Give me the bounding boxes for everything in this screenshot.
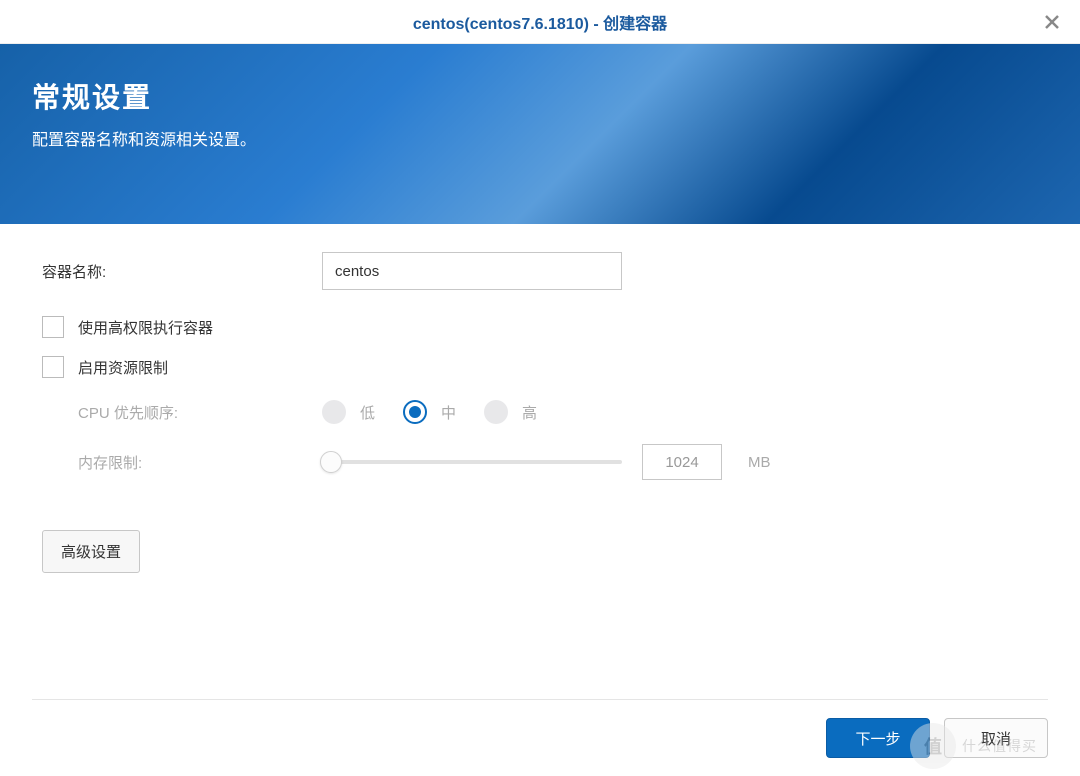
- cpu-priority-row: CPU 优先顺序: 低 中 高: [42, 400, 1038, 424]
- footer-divider: [32, 699, 1048, 700]
- close-button[interactable]: [1040, 10, 1064, 34]
- page-title: 常规设置: [32, 76, 1048, 116]
- memory-slider[interactable]: [322, 450, 622, 474]
- memory-unit: MB: [748, 454, 771, 471]
- cpu-radio-mid[interactable]: [403, 400, 427, 424]
- cpu-priority-label: CPU 优先顺序:: [42, 402, 322, 423]
- resource-limit-row: 启用资源限制: [42, 356, 1038, 378]
- high-privilege-label: 使用高权限执行容器: [78, 317, 213, 338]
- cpu-priority-radio-group: 低 中 高: [322, 400, 557, 424]
- memory-controls: MB: [322, 444, 771, 480]
- cancel-button[interactable]: 取消: [944, 718, 1048, 758]
- resource-limit-checkbox[interactable]: [42, 356, 64, 378]
- close-icon: [1043, 13, 1061, 31]
- slider-thumb[interactable]: [320, 451, 342, 473]
- footer-button-group: 下一步 取消: [32, 718, 1048, 758]
- memory-limit-label: 内存限制:: [42, 452, 322, 473]
- header-banner: 常规设置 配置容器名称和资源相关设置。: [0, 44, 1080, 224]
- memory-input[interactable]: [642, 444, 722, 480]
- high-privilege-checkbox[interactable]: [42, 316, 64, 338]
- cpu-radio-mid-label: 中: [441, 402, 456, 423]
- container-name-label: 容器名称:: [42, 261, 322, 282]
- dialog-footer: 下一步 取消: [32, 699, 1048, 758]
- memory-limit-row: 内存限制: MB: [42, 444, 1038, 480]
- advanced-settings-button[interactable]: 高级设置: [42, 530, 140, 573]
- cpu-radio-high[interactable]: [484, 400, 508, 424]
- page-subtitle: 配置容器名称和资源相关设置。: [32, 126, 1048, 150]
- high-privilege-row: 使用高权限执行容器: [42, 316, 1038, 338]
- container-name-input[interactable]: [322, 252, 622, 290]
- cpu-radio-low-label: 低: [360, 402, 375, 423]
- resource-limit-label: 启用资源限制: [78, 357, 168, 378]
- form-content: 容器名称: 使用高权限执行容器 启用资源限制 CPU 优先顺序: 低 中 高 内…: [0, 224, 1080, 593]
- cpu-radio-low[interactable]: [322, 400, 346, 424]
- cpu-radio-high-label: 高: [522, 402, 537, 423]
- titlebar: centos(centos7.6.1810) - 创建容器: [0, 0, 1080, 44]
- slider-track: [322, 460, 622, 464]
- next-button[interactable]: 下一步: [826, 718, 930, 758]
- container-name-row: 容器名称:: [42, 252, 1038, 290]
- window-title: centos(centos7.6.1810) - 创建容器: [413, 10, 667, 34]
